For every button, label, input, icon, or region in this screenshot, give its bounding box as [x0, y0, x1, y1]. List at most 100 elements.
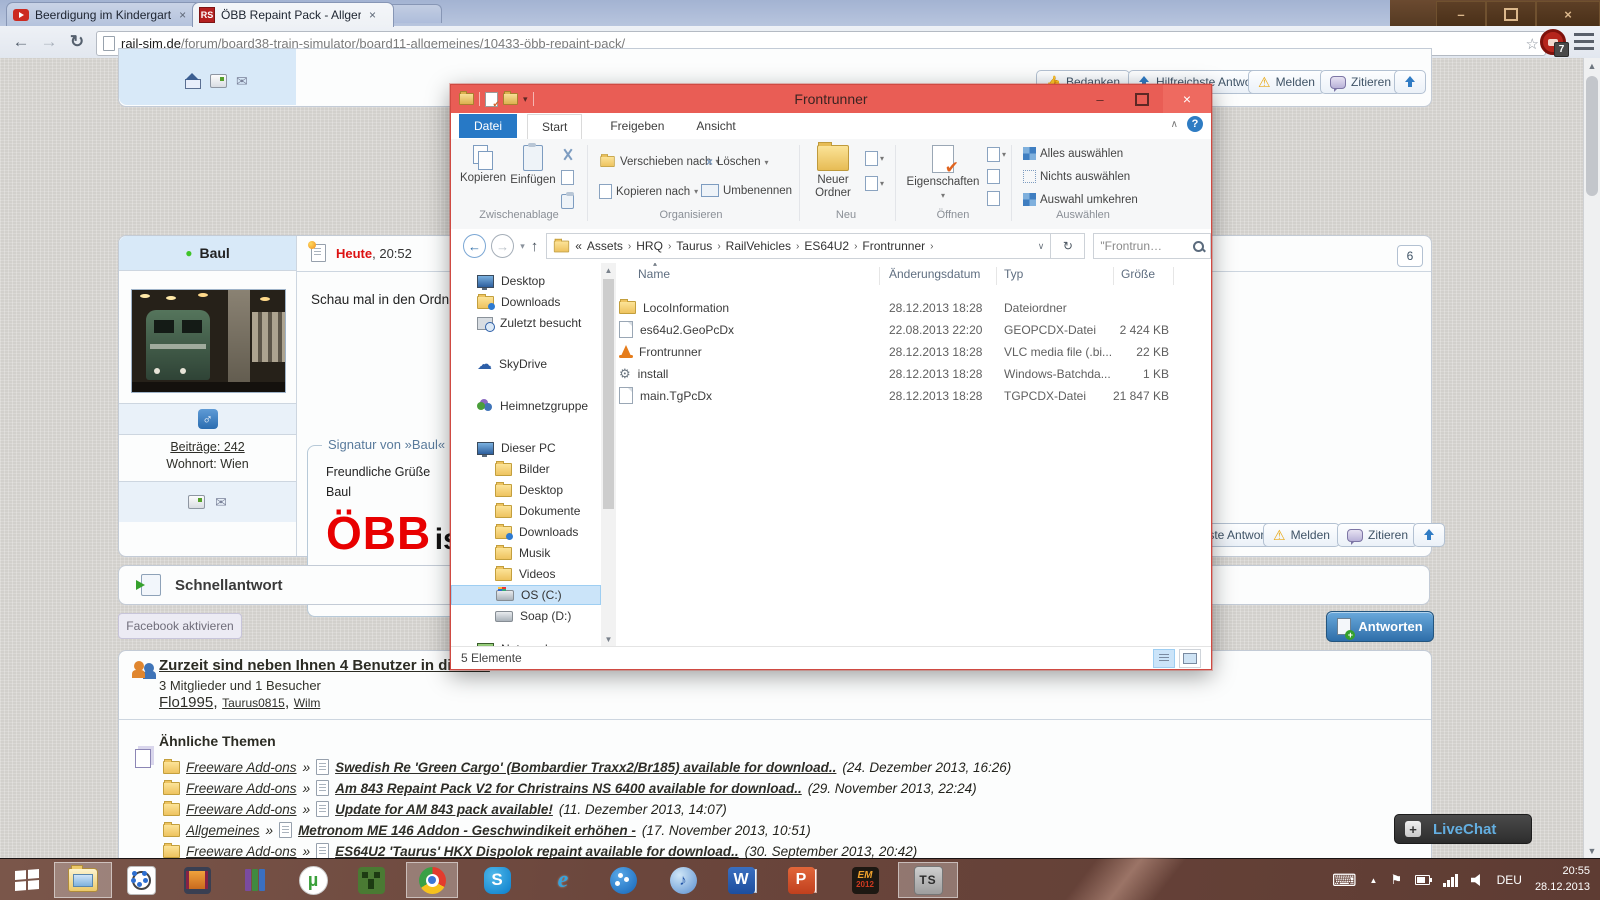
scrollbar-up-arrow[interactable]: ▲ [601, 263, 616, 277]
up-directory-button[interactable]: ↑ [531, 238, 539, 255]
loeschen-button[interactable]: × Löschen ▾ [706, 155, 769, 169]
user-link-taurus0815[interactable]: Taurus0815 [222, 696, 285, 710]
paste-shortcut-icon[interactable] [561, 192, 574, 209]
explorer-titlebar[interactable]: ▾ Frontrunner – × [451, 85, 1211, 113]
topic-link[interactable]: ES64U2 'Taurus' HKX Dispolok repaint ava… [335, 844, 739, 859]
eigenschaften-button[interactable]: Eigenschaften ▾ [903, 145, 983, 202]
file-row-main-tgpcdx[interactable]: main.TgPcDx 28.12.2013 18:28 TGPCDX-Date… [451, 385, 1191, 406]
crumb-assets[interactable]: Assets [587, 239, 623, 253]
explorer-forward-button[interactable]: → [491, 234, 515, 258]
post-author-name[interactable]: Baul [199, 245, 229, 261]
explorer-minimize-button[interactable]: – [1079, 85, 1121, 113]
file-row-install[interactable]: ⚙ install 28.12.2013 18:28 Windows-Batchd… [451, 363, 1191, 384]
post-number-badge[interactable]: 6 [1397, 245, 1423, 267]
nav-dokumente[interactable]: Dokumente [451, 501, 601, 521]
taskbar-blue-dots-app[interactable] [600, 862, 646, 898]
taskbar-train-simulator[interactable]: TS [898, 862, 958, 898]
melden-button-bottom[interactable]: ⚠ Melden [1263, 523, 1340, 547]
scrollbar-thumb[interactable] [1586, 76, 1598, 196]
user-avatar[interactable] [131, 289, 286, 393]
file-row-frontrunner[interactable]: Frontrunner 28.12.2013 18:28 VLC media f… [451, 341, 1191, 362]
taskbar-utorrent[interactable]: µ [290, 862, 336, 898]
history-dropdown-icon[interactable]: ▾ [520, 241, 525, 252]
auswahl-umkehren-button[interactable]: Auswahl umkehren [1023, 193, 1138, 206]
taskbar-itunes[interactable]: ♪ [660, 862, 706, 898]
nav-musik[interactable]: Musik [451, 543, 601, 563]
hidden-icons-arrow[interactable]: ▲ [1370, 876, 1378, 885]
menu-start[interactable]: Start [527, 113, 583, 139]
browser-tab-youtube[interactable]: Beerdigung im Kindergart × [6, 2, 202, 27]
address-dropdown-icon[interactable]: ∨ [1038, 241, 1045, 252]
action-center-flag-icon[interactable]: ⚑ [1390, 872, 1402, 888]
thumbnail-view-button[interactable] [1179, 648, 1201, 668]
crumb-railvehicles[interactable]: RailVehicles [726, 239, 791, 253]
nav-bilder[interactable]: Bilder [451, 459, 601, 479]
nav-desktop[interactable]: Desktop [451, 271, 601, 291]
ribbon-kopieren-button[interactable]: Kopieren [459, 145, 507, 185]
language-indicator[interactable]: DEU [1497, 873, 1522, 887]
column-header-name[interactable]: Name [638, 267, 670, 281]
history-icon[interactable] [987, 191, 1000, 206]
ribbon-collapse-icon[interactable]: ∧ [1171, 119, 1178, 130]
melden-button-top[interactable]: ⚠ Melden [1248, 70, 1325, 94]
bookmark-star-icon[interactable]: ☆ [1526, 35, 1539, 53]
nav-videos[interactable]: Videos [451, 564, 601, 584]
neuer-ordner-button[interactable]: Neuer Ordner [807, 142, 859, 200]
kopieren-nach-button[interactable]: Kopieren nach ▾ [599, 184, 698, 199]
board-link[interactable]: Allgemeines [186, 823, 260, 838]
taskbar-minecraft[interactable] [348, 862, 394, 898]
nav-os-c[interactable]: OS (C:) [451, 585, 601, 605]
homepage-icon[interactable] [185, 73, 201, 89]
crumb-hrq[interactable]: HRQ [636, 239, 663, 253]
taskbar-winrar[interactable] [232, 862, 278, 898]
taskbar-em2012[interactable]: EM 2012 [840, 862, 890, 898]
network-signal-icon[interactable] [1443, 873, 1458, 887]
edit-icon[interactable] [987, 169, 1000, 184]
explorer-maximize-button[interactable] [1121, 85, 1163, 113]
explorer-back-button[interactable]: ← [463, 234, 487, 258]
nav-netzwerk[interactable]: Netzwerk [451, 639, 601, 646]
nichts-auswaehlen-button[interactable]: Nichts auswählen [1023, 170, 1130, 183]
crumb-frontrunner[interactable]: Frontrunner [862, 239, 925, 253]
clock[interactable]: 20:55 28.12.2013 [1535, 864, 1590, 896]
touch-keyboard-icon[interactable]: ⌨ [1332, 872, 1357, 889]
menu-datei[interactable]: Datei [459, 114, 517, 138]
crumb-es64u2[interactable]: ES64U2 [804, 239, 849, 253]
window-minimize-button[interactable]: – [1436, 1, 1486, 27]
refresh-button[interactable]: ↻ [1051, 233, 1086, 259]
open-icon[interactable] [987, 147, 1000, 162]
taskbar-file-explorer[interactable] [54, 862, 112, 898]
menu-freigeben[interactable]: Freigeben [596, 114, 678, 138]
taskbar-internet-explorer[interactable]: e [540, 862, 586, 898]
users-heading-link[interactable]: Zurzeit sind neben Ihnen 4 Benutzer in d… [159, 657, 490, 674]
column-header-date[interactable]: Änderungsdatum [889, 267, 980, 281]
beitraege-link[interactable]: Beiträge: 242 [119, 440, 296, 454]
nav-desktop-folder[interactable]: Desktop [451, 480, 601, 500]
antworten-button[interactable]: Antworten [1326, 611, 1434, 642]
taskbar-powerpoint[interactable]: P [778, 862, 824, 898]
window-restore-button[interactable] [1486, 1, 1536, 27]
profile-card-icon[interactable] [210, 74, 227, 88]
message-icon[interactable]: ✉ [215, 495, 227, 509]
user-link-flo1995[interactable]: Flo1995 [159, 694, 213, 711]
column-header-size[interactable]: Größe [1121, 267, 1155, 281]
nav-soap-d[interactable]: Soap (D:) [451, 606, 601, 626]
zitieren-button-bottom[interactable]: Zitieren [1337, 523, 1419, 547]
crumb-overflow[interactable]: « [575, 239, 582, 253]
page-scrollbar[interactable]: ▲ ▼ [1583, 58, 1600, 858]
scrollbar-down-arrow[interactable]: ▼ [601, 632, 616, 646]
nav-downloads-folder[interactable]: Downloads [451, 522, 601, 542]
easy-access-icon[interactable] [865, 176, 878, 191]
new-item-icon[interactable] [865, 151, 878, 166]
taskbar-skype[interactable]: S [474, 862, 520, 898]
battery-icon[interactable] [1415, 875, 1433, 885]
breadcrumb-bar[interactable]: « Assets › HRQ › Taurus › RailVehicles ›… [546, 233, 1052, 259]
board-link[interactable]: Freeware Add-ons [186, 760, 297, 775]
topic-link[interactable]: Swedish Re 'Green Cargo' (Bombardier Tra… [335, 760, 836, 775]
tab-close-icon[interactable]: × [369, 8, 376, 22]
scrollbar-down-arrow[interactable]: ▼ [1584, 843, 1600, 858]
scrollbar-up-arrow[interactable]: ▲ [1584, 58, 1600, 73]
window-close-button[interactable]: × [1536, 1, 1600, 27]
start-button[interactable] [4, 862, 50, 898]
livechat-button[interactable]: + LiveChat [1394, 814, 1532, 844]
